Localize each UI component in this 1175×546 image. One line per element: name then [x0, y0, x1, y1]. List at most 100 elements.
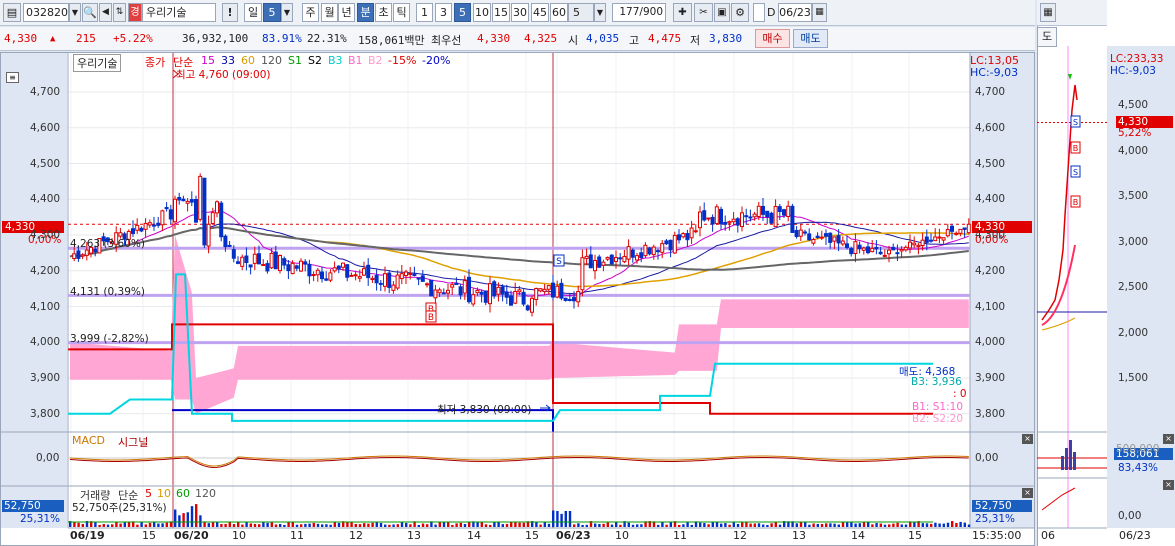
x-label-10: 10	[615, 529, 629, 542]
side-macd-close-icon[interactable]: ×	[1163, 434, 1174, 444]
candle-body	[656, 250, 660, 253]
level-line-2-label: 4,131 (0,39%)	[70, 286, 145, 298]
candle-body	[425, 283, 429, 286]
candle-body	[206, 223, 211, 247]
candle-body	[378, 282, 383, 285]
volume-bar	[724, 523, 727, 527]
volume-bar	[178, 515, 181, 527]
volume-bar	[304, 523, 307, 527]
volume-bar	[640, 524, 643, 527]
volume-bar	[892, 523, 895, 527]
volume-bar	[144, 524, 147, 527]
volume-bar	[136, 524, 139, 527]
candle-body	[345, 264, 350, 278]
volume-bar	[850, 521, 853, 527]
candle-body	[437, 289, 442, 294]
candle-body	[236, 261, 240, 264]
volume-bar	[547, 523, 551, 527]
volume-bar	[720, 523, 723, 527]
y-tick-right-2: 4,500	[975, 157, 1006, 170]
candle-body	[252, 253, 257, 264]
side-macd-bar	[1065, 448, 1068, 470]
volume-bar	[699, 522, 702, 527]
side-y-tick-5: 2,000	[1118, 326, 1149, 339]
side-signal-label: B	[1073, 144, 1079, 153]
side-macd-tick: 500,000	[1116, 443, 1160, 455]
volume-bar	[888, 524, 891, 527]
volume-bar	[140, 522, 143, 527]
candle-body	[362, 268, 366, 276]
volume-bar	[468, 522, 471, 527]
volume-pct-left: 25,31%	[20, 513, 61, 525]
candle-body	[895, 252, 900, 255]
candle-body	[941, 237, 946, 241]
volume-bar	[295, 524, 299, 527]
volume-bar	[367, 523, 370, 527]
y-tick-left-8: 3,900	[30, 372, 61, 384]
volume-close-icon[interactable]: ×	[1022, 488, 1033, 498]
candle-body	[282, 258, 287, 266]
candle-body	[513, 290, 518, 304]
candle-body	[189, 199, 194, 203]
candle-body	[416, 277, 421, 280]
volume-bar	[711, 522, 714, 527]
candle-body	[509, 295, 513, 306]
legend-item-7: S2	[308, 54, 322, 67]
candle-body	[160, 210, 165, 226]
candle-body	[899, 249, 904, 252]
candle-body	[706, 217, 711, 220]
level-line-1-label: 4,263 (3,60%)	[70, 238, 145, 250]
y-tick-right-5: 4,200	[975, 264, 1006, 277]
macd-legend-1: 시그널	[118, 436, 149, 449]
legend-item-12: -20%	[422, 54, 451, 67]
volume-bar	[955, 522, 958, 527]
y-tick-left-0: 4,700	[30, 86, 61, 98]
candle-body	[929, 239, 933, 242]
candle-body	[496, 286, 501, 295]
side-vol-close-icon[interactable]: ×	[1163, 480, 1174, 490]
candle-body	[185, 200, 190, 204]
volume-bar	[896, 522, 899, 527]
volume-bar	[682, 524, 685, 527]
candle-body	[248, 264, 253, 268]
candle-body	[324, 278, 329, 281]
volume-bar	[476, 521, 479, 527]
side-y-tick-6: 1,500	[1118, 372, 1149, 384]
candle-body	[584, 255, 589, 259]
volume-bar	[841, 522, 845, 527]
volume-bar	[220, 524, 223, 527]
candle-body	[488, 283, 492, 305]
y-tick-right-9: 3,800	[975, 407, 1006, 420]
volume-bar	[963, 522, 966, 527]
volume-bar	[312, 522, 315, 527]
candle-body	[202, 177, 207, 246]
candle-body	[950, 225, 954, 232]
volume-bar	[216, 521, 219, 527]
candle-body	[475, 289, 480, 294]
candle-body	[593, 259, 597, 272]
candle-body	[257, 253, 261, 265]
volume-bar	[421, 523, 425, 527]
chart-title[interactable]: 우리기술	[73, 54, 122, 72]
hc-label: HC:-9,03	[970, 66, 1019, 79]
volume-bar	[657, 524, 660, 527]
candle-body	[336, 265, 341, 270]
candle-body	[782, 209, 786, 216]
volume-bar	[455, 523, 458, 527]
candle-body	[429, 279, 434, 297]
candle-body	[307, 263, 312, 277]
volume-bar	[493, 522, 496, 527]
candle-body	[903, 246, 908, 251]
volume-bar	[405, 522, 408, 527]
macd-close-icon[interactable]: ×	[1022, 434, 1033, 444]
candle-body	[630, 249, 635, 258]
legend-item-5: 120	[261, 54, 282, 67]
volume-legend-0: 거래량	[80, 489, 111, 502]
volume-bar	[81, 523, 84, 527]
legend-item-1: 단순	[173, 56, 194, 69]
candle-body	[143, 222, 148, 230]
volume-bar	[610, 524, 614, 527]
candle-body	[605, 256, 610, 260]
volume-bar	[459, 522, 462, 527]
candle-body	[492, 281, 497, 297]
